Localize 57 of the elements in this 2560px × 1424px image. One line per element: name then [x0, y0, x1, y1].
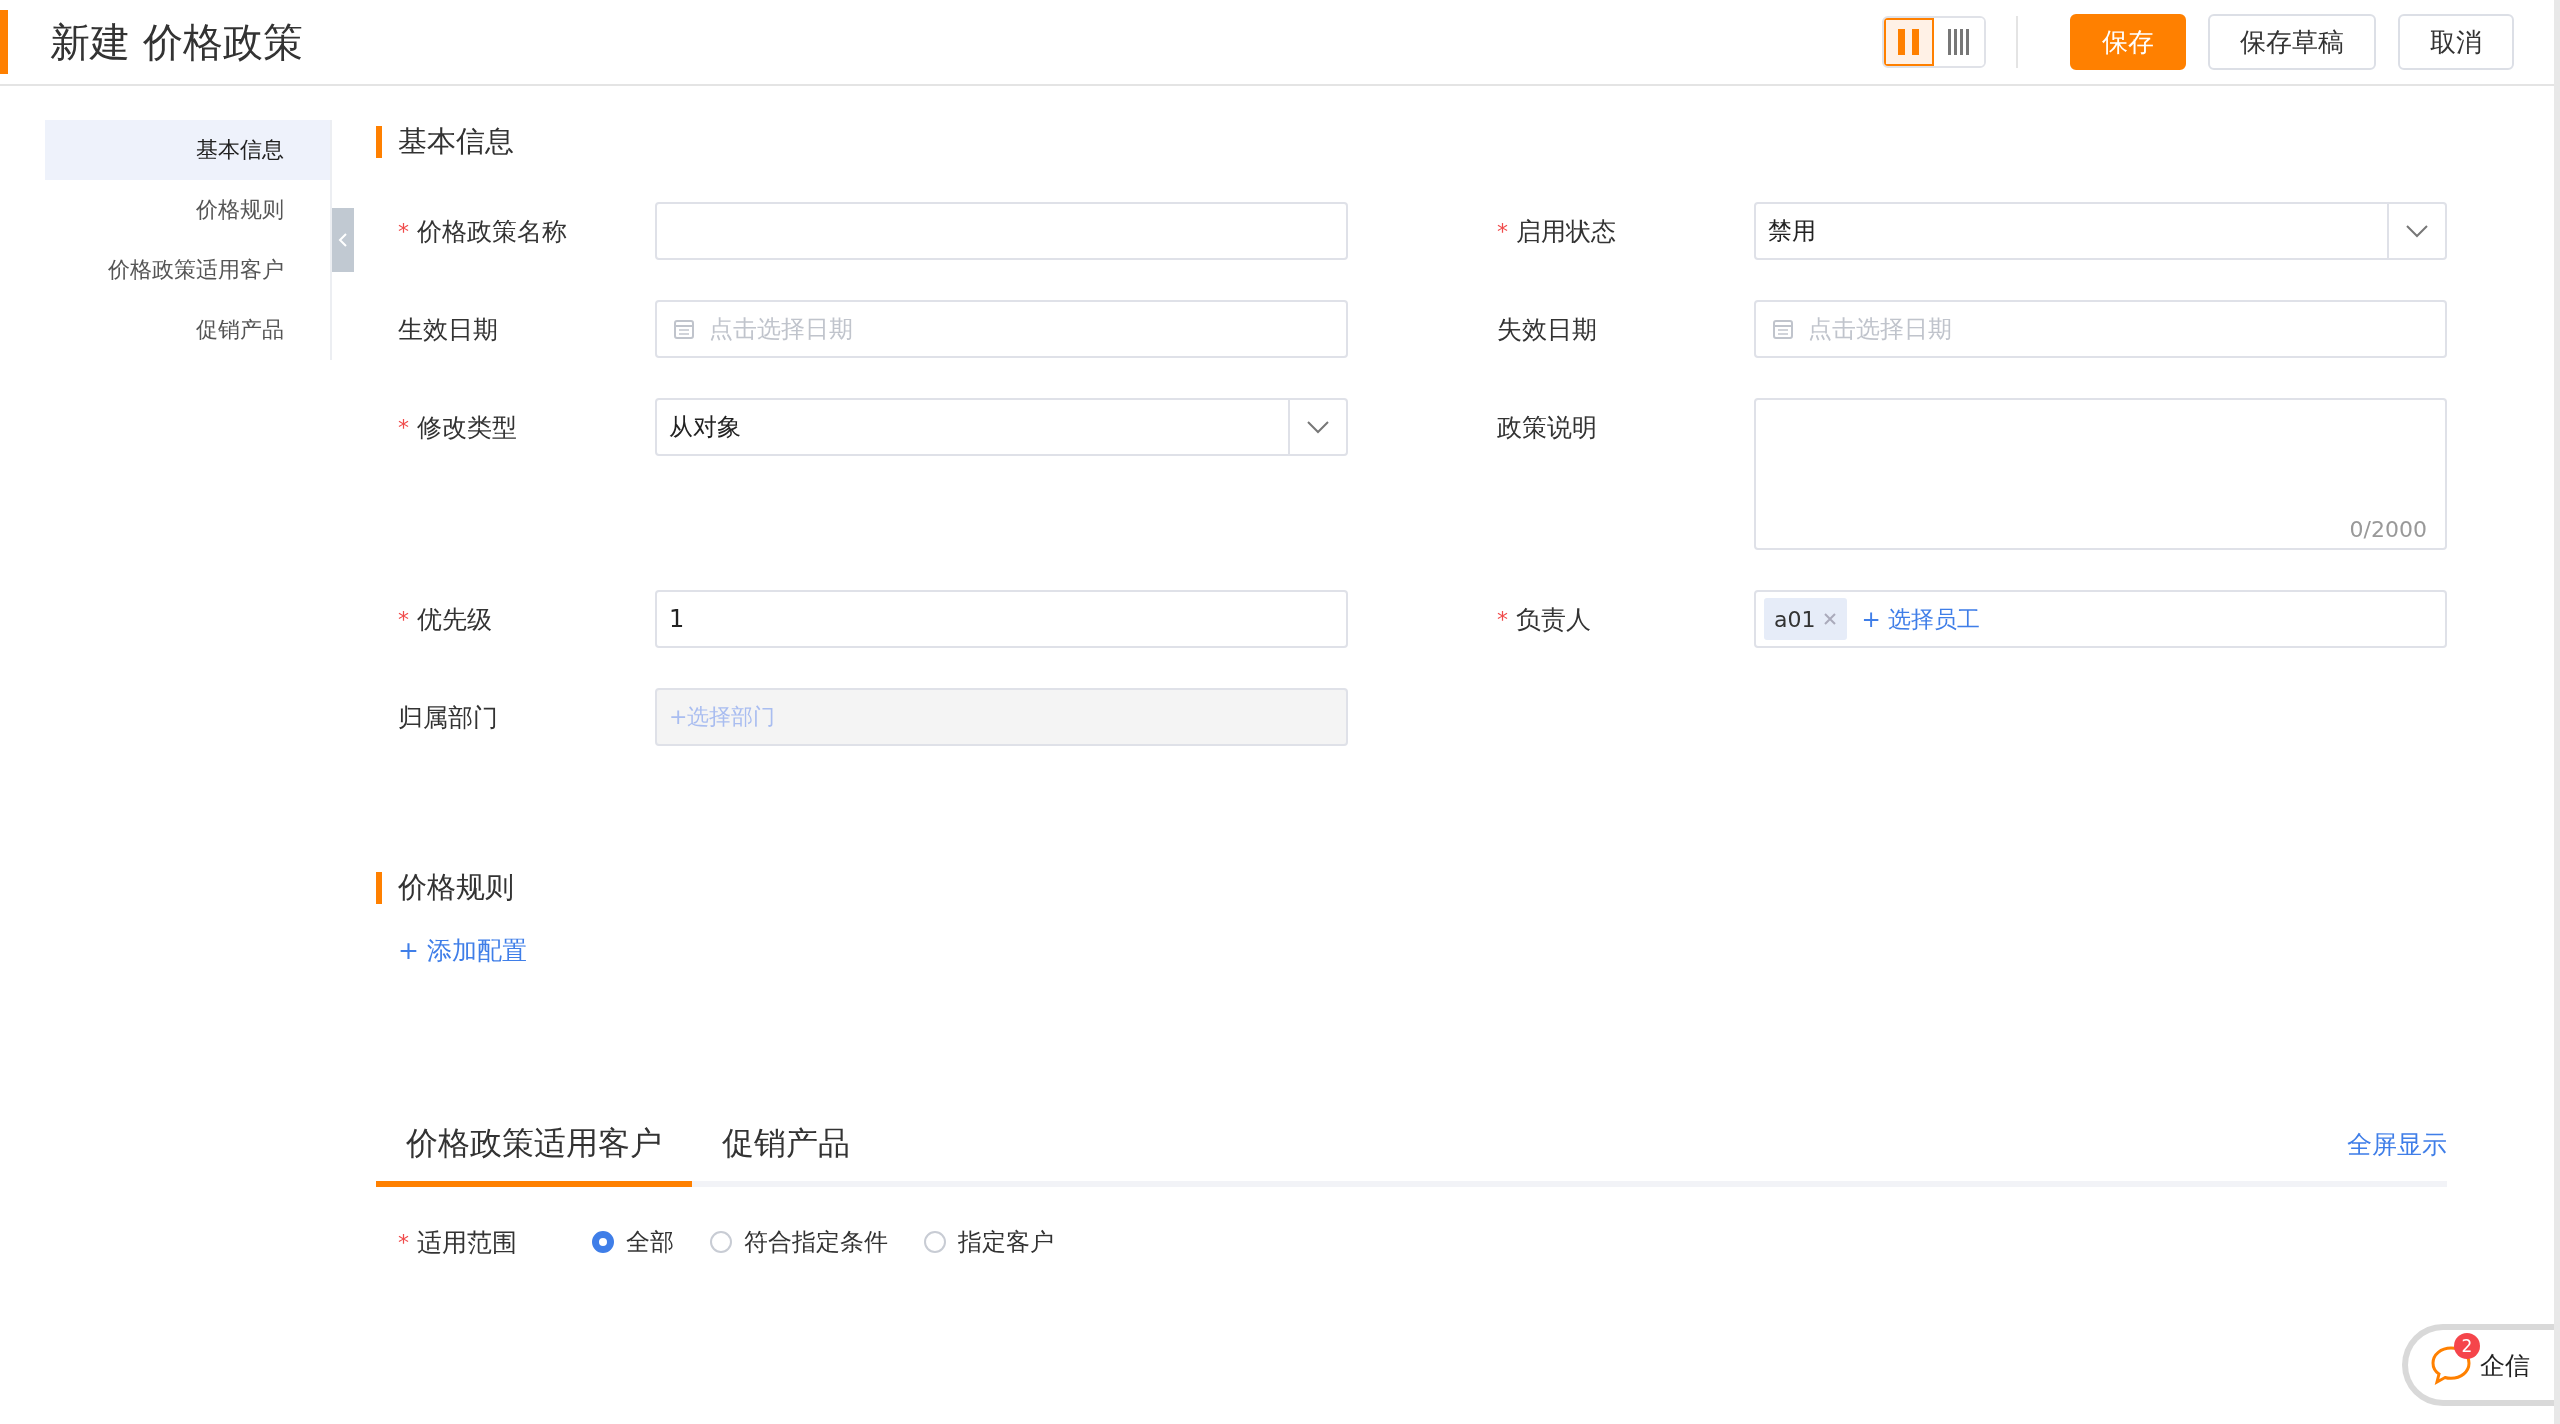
radio-button[interactable] [592, 1231, 614, 1253]
tab[interactable]: 促销产品 [692, 1107, 880, 1187]
section-title: 价格规则 [398, 869, 514, 906]
field-label: * 适用范围 [398, 1226, 518, 1259]
section-title: 基本信息 [398, 123, 514, 160]
chevron-down-icon [2405, 224, 2429, 238]
required-mark: * [398, 606, 409, 632]
text-input[interactable] [655, 202, 1348, 260]
add-config-link[interactable]: + 添加配置 [398, 934, 527, 967]
field-label: * 负责人 [1497, 603, 1592, 636]
select-field[interactable]: 禁用 [1754, 202, 2447, 260]
required-mark: * [398, 1229, 409, 1255]
two-column-icon [1898, 29, 1920, 55]
radio-option[interactable]: 指定客户 [924, 1226, 1054, 1258]
radio-option[interactable]: 符合指定条件 [710, 1226, 888, 1258]
required-mark: * [398, 414, 409, 440]
section-accent-bar [376, 872, 382, 904]
field-label: 归属部门 [398, 701, 499, 734]
sidebar-item[interactable]: 基本信息 [45, 120, 330, 180]
sidebar-item[interactable]: 价格政策适用客户 [45, 240, 330, 300]
collapse-handle[interactable] [332, 208, 354, 272]
layout-toggle[interactable] [1884, 18, 1934, 66]
header-button[interactable]: 取消 [2398, 14, 2514, 70]
page-title: 新建 价格政策 [50, 17, 304, 67]
section-accent-bar [376, 126, 382, 158]
text-input[interactable]: 1 [655, 590, 1348, 648]
field-label: 生效日期 [398, 313, 499, 346]
chat-widget[interactable]: 2 企信 [2402, 1324, 2554, 1406]
fullscreen-link[interactable]: 全屏显示 [2347, 1127, 2447, 1161]
header-button[interactable]: 保存草稿 [2208, 14, 2376, 70]
select-field[interactable]: 从对象 [655, 398, 1348, 456]
field-label: * 修改类型 [398, 411, 518, 444]
field-label: * 价格政策名称 [398, 215, 568, 248]
notification-badge: 2 [2454, 1333, 2480, 1359]
calendar-icon [673, 318, 695, 340]
chevron-down-icon [1306, 420, 1330, 434]
calendar-icon [1772, 318, 1794, 340]
four-column-icon [1948, 29, 1970, 55]
field-label: * 优先级 [398, 603, 493, 636]
radio-option[interactable]: 全部 [592, 1226, 674, 1258]
field-label: 失效日期 [1497, 313, 1598, 346]
employee-tag: a01 [1764, 598, 1848, 640]
employee-picker[interactable]: a01 + 选择员工 [1754, 590, 2447, 648]
radio-button[interactable] [710, 1231, 732, 1253]
required-mark: * [398, 218, 409, 244]
tab[interactable]: 价格政策适用客户 [376, 1107, 692, 1187]
required-mark: * [1497, 606, 1508, 632]
sidebar-item[interactable]: 促销产品 [45, 300, 330, 360]
field-label: * 启用状态 [1497, 215, 1617, 248]
sidebar-item[interactable]: 价格规则 [45, 180, 330, 240]
required-mark: * [1497, 218, 1508, 244]
field-label: 政策说明 [1497, 411, 1598, 444]
select-employee-link[interactable]: + 选择员工 [1861, 603, 1981, 635]
title-accent-bar [0, 10, 8, 74]
close-icon[interactable] [1823, 612, 1838, 626]
chevron-left-icon [338, 232, 348, 248]
radio-button[interactable] [924, 1231, 946, 1253]
